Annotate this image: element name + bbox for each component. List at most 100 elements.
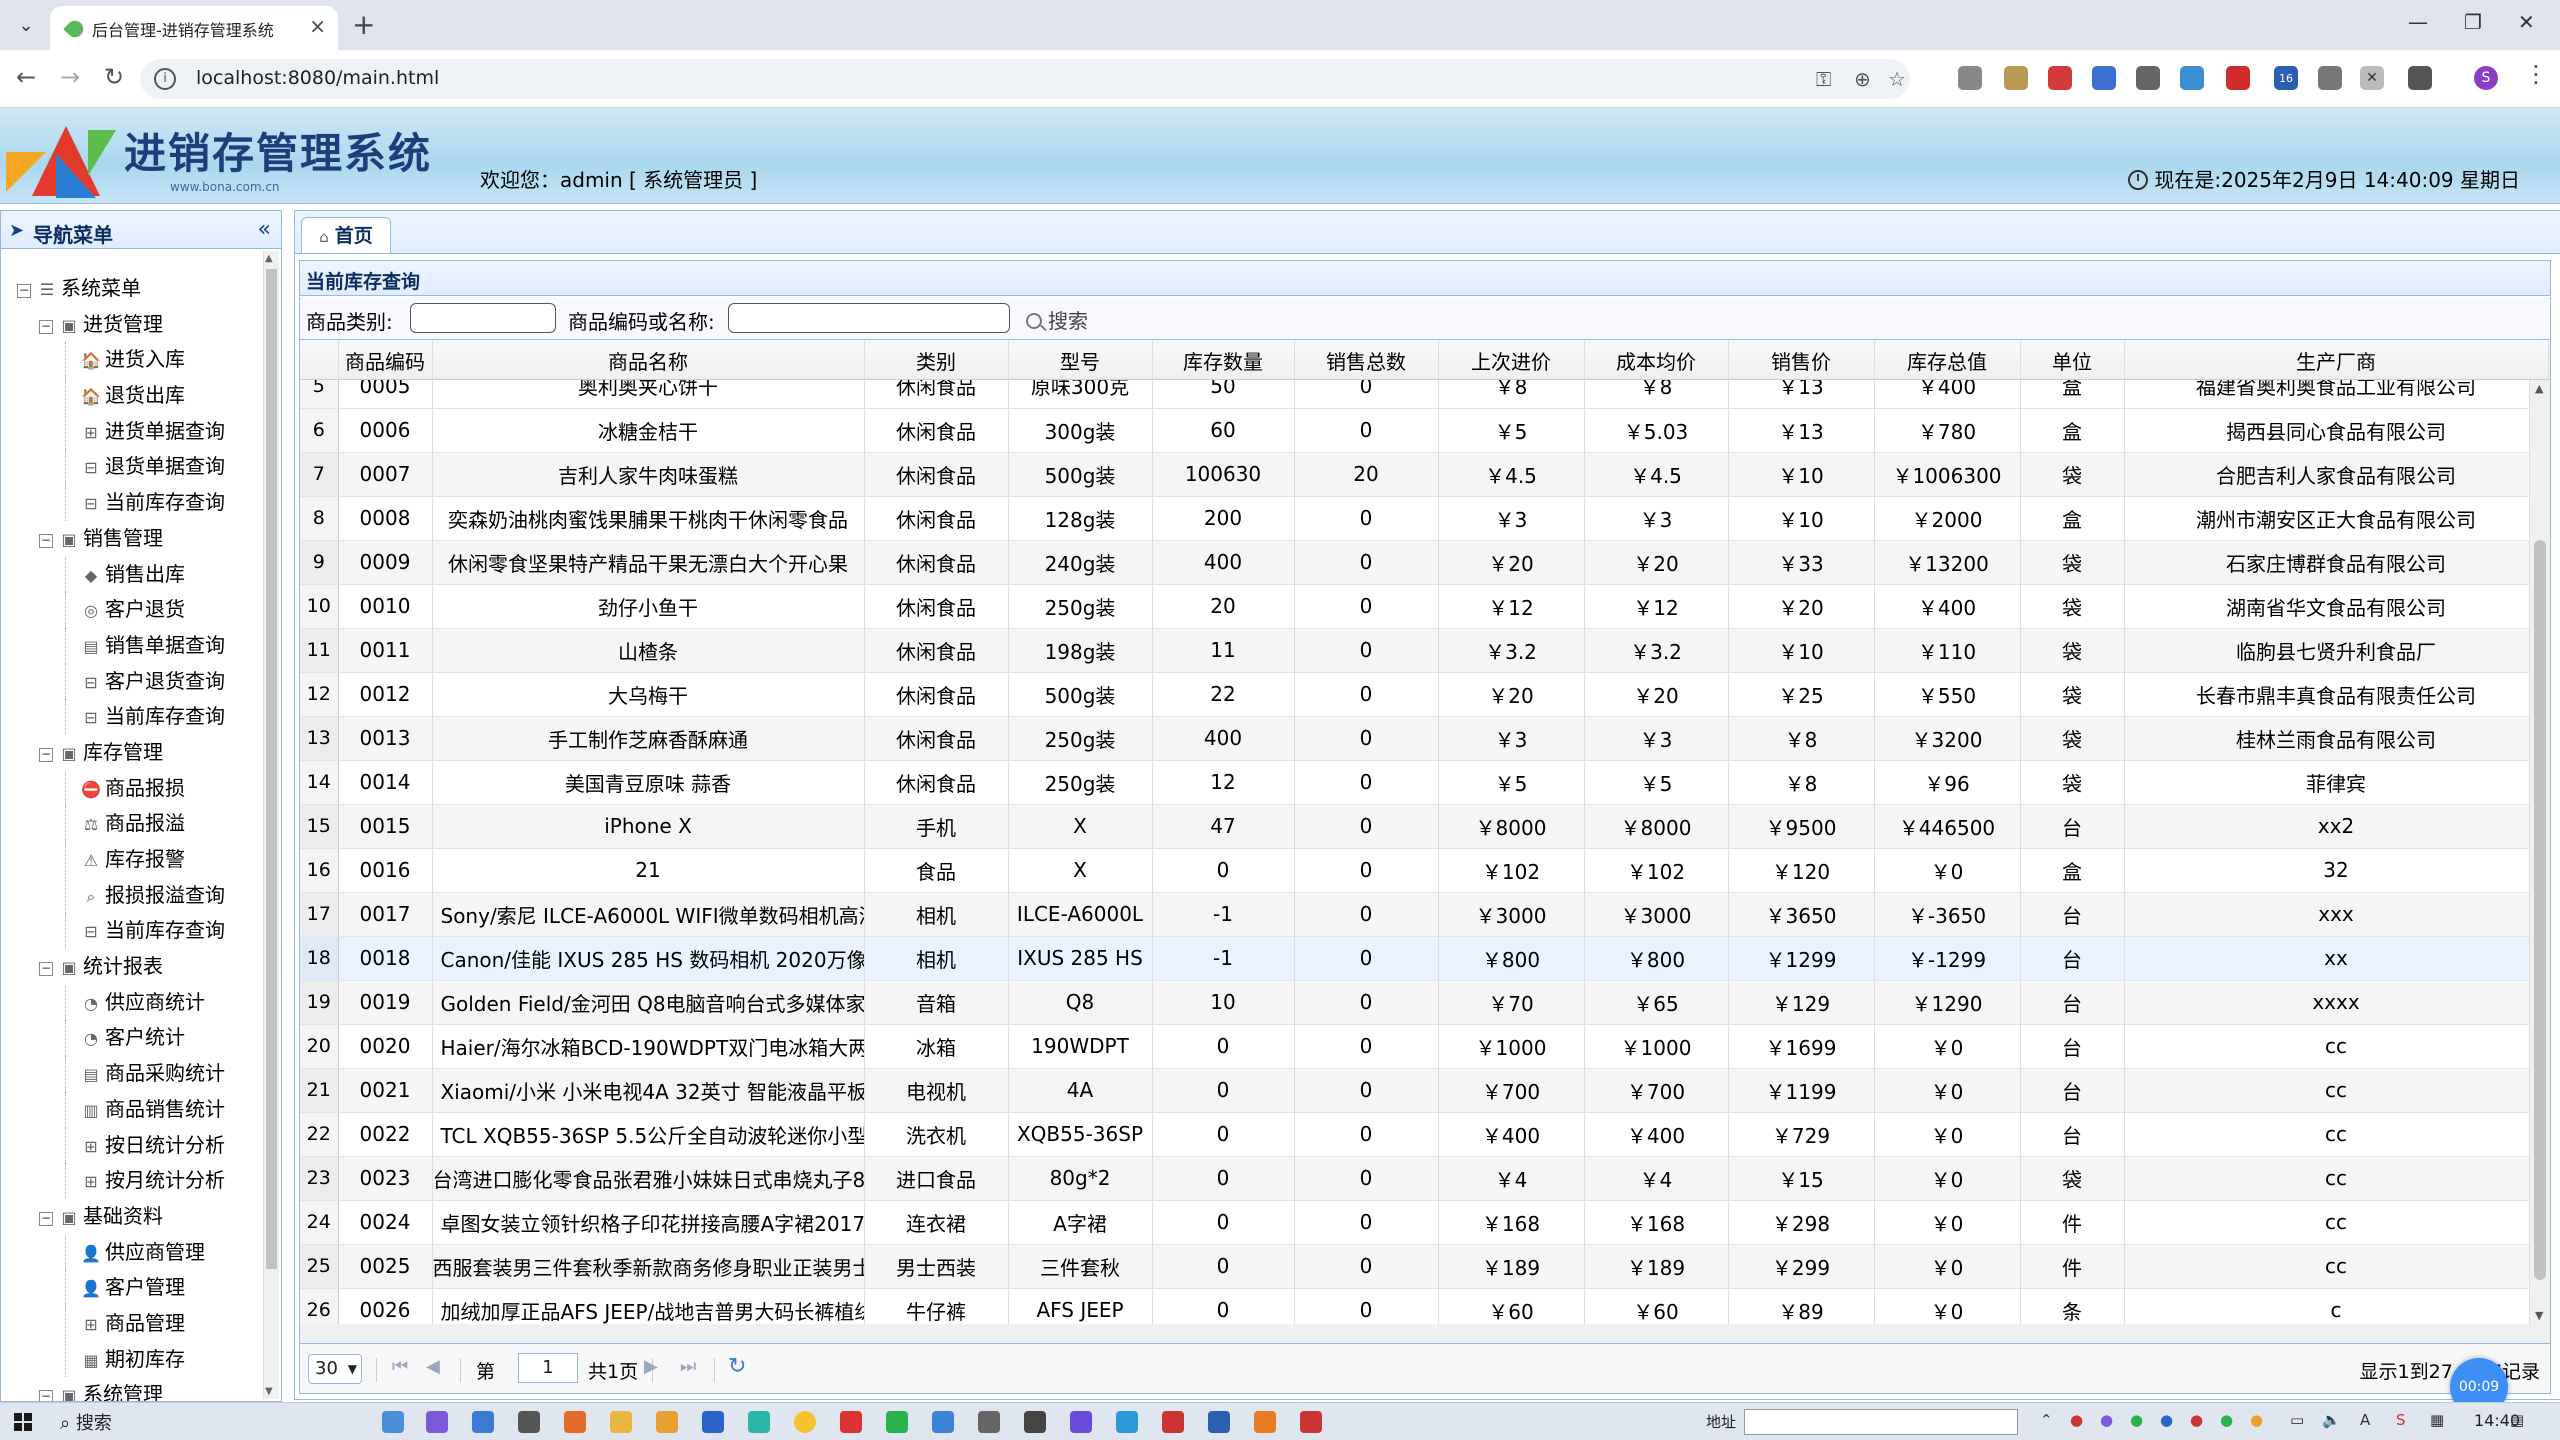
taskbar-app-icon[interactable] bbox=[426, 1411, 448, 1433]
red-ext-icon[interactable] bbox=[2226, 66, 2250, 90]
sidebar-scroll-thumb[interactable] bbox=[266, 269, 277, 1269]
grid-horizontal-scrollbar[interactable] bbox=[300, 1324, 2550, 1343]
column-header[interactable]: 型号 bbox=[1008, 340, 1153, 380]
column-header[interactable]: 商品名称 bbox=[432, 340, 865, 380]
taskbar-app-icon[interactable] bbox=[978, 1411, 1000, 1433]
file-explorer-icon[interactable] bbox=[610, 1411, 632, 1433]
screenshot-ext-icon[interactable] bbox=[1958, 66, 1982, 90]
chrome-icon[interactable] bbox=[794, 1411, 816, 1433]
page-number-input[interactable]: 1 bbox=[518, 1353, 578, 1383]
sidebar-item[interactable]: − ▣ 库存管理 bbox=[1, 735, 261, 771]
collapse-sidebar-icon[interactable]: « bbox=[258, 217, 271, 242]
column-header[interactable]: 单位 bbox=[2020, 340, 2125, 380]
minimize-icon[interactable]: — bbox=[2408, 10, 2428, 34]
table-row[interactable]: 10 0010 劲仔小鱼干 休闲食品 250g装 20 0 ￥12 ￥12 ￥20 ￥400 袋湖南省… bbox=[300, 584, 2530, 629]
taskbar-app-icon[interactable] bbox=[518, 1411, 540, 1433]
column-header[interactable]: 上次进价 bbox=[1438, 340, 1585, 380]
sidebar-item[interactable]: ⊟ 当前库存查询 bbox=[1, 913, 261, 949]
first-page-icon[interactable]: ⏮ bbox=[392, 1356, 408, 1377]
sidebar-item[interactable]: 🏠 进货入库 bbox=[1, 342, 261, 378]
sidebar-item[interactable]: ⊞ 商品管理 bbox=[1, 1305, 261, 1342]
site-info-icon[interactable]: i bbox=[154, 68, 176, 90]
table-row[interactable]: 19 0019 Golden Field/金河田 Q8电脑音响台式多媒体家用 音箱 Q8… bbox=[300, 980, 2530, 1025]
table-row[interactable]: 20 0020 Haier/海尔冰箱BCD-190WDPT双门电冰箱大两门 冰箱 190… bbox=[300, 1024, 2530, 1069]
taskbar-app-icon[interactable] bbox=[1116, 1411, 1138, 1433]
sidebar-item[interactable]: ▤ 销售单据查询 bbox=[1, 627, 261, 664]
sidebar-item[interactable]: ⊟ 退货单据查询 bbox=[1, 449, 261, 485]
tree-expand-icon[interactable]: − bbox=[39, 747, 53, 762]
table-row[interactable]: 11 0011 山楂条 休闲食品 198g装 11 0 ￥3.2 ￥3.2 ￥10 ￥110 袋临朐县… bbox=[300, 628, 2530, 673]
tray-app-icon[interactable]: ● bbox=[2160, 1411, 2173, 1429]
table-row[interactable]: 9 0009 休闲零食坚果特产精品干果无漂白大个开心果 休闲食品 240g装 400 0 ￥2… bbox=[300, 540, 2530, 585]
sidebar-item[interactable]: 👤 供应商管理 bbox=[1, 1234, 261, 1271]
zoom-icon[interactable]: ⊕ bbox=[1854, 67, 1871, 91]
puzzle-blue-ext-icon[interactable] bbox=[2092, 66, 2116, 90]
table-row[interactable]: 26 0026 加绒加厚正品AFS JEEP/战地吉普男大码长裤植绒 牛仔裤 AFS J… bbox=[300, 1288, 2530, 1324]
column-header[interactable]: 类别 bbox=[864, 340, 1009, 380]
sidebar-item[interactable]: ⊞ 按日统计分析 bbox=[1, 1127, 261, 1164]
close-tab-icon[interactable]: × bbox=[309, 14, 326, 38]
table-row[interactable]: 24 0024 卓图女装立领针织格子印花拼接高腰A字裙2017秋 连衣裙 A字裙 0 0 ￥1… bbox=[300, 1200, 2530, 1245]
password-key-icon[interactable]: ⚿ bbox=[1816, 67, 1831, 91]
x-ext-icon[interactable]: ✕ bbox=[2360, 66, 2384, 90]
sidebar-item[interactable]: ▥ 商品销售统计 bbox=[1, 1091, 261, 1128]
refresh-icon[interactable]: ↻ bbox=[728, 1354, 746, 1379]
image-ext-icon[interactable] bbox=[2004, 66, 2028, 90]
sidebar-item[interactable]: − ▣ 基础资料 bbox=[1, 1199, 261, 1235]
sidebar-item[interactable]: ⚖ 商品报溢 bbox=[1, 806, 261, 842]
tray-app-icon[interactable]: ● bbox=[2100, 1411, 2113, 1429]
taskbar-app-icon[interactable] bbox=[702, 1411, 724, 1433]
column-header[interactable]: 库存数量 bbox=[1152, 340, 1295, 380]
table-row[interactable]: 8 0008 奕森奶油桃肉蜜饯果脯果干桃肉干休闲零食品 休闲食品 128g装 200 0 ￥3… bbox=[300, 496, 2530, 541]
column-header[interactable]: 生产厂商 bbox=[2124, 340, 2549, 380]
back-arrow-icon[interactable]: ← bbox=[16, 63, 36, 91]
table-row[interactable]: 25 0025 西服套装男三件套秋季新款商务修身职业正装男士 男士西装 三件套秋 0 0 ￥1… bbox=[300, 1244, 2530, 1289]
sidebar-item[interactable]: ◔ 客户统计 bbox=[1, 1020, 261, 1056]
sidebar-item[interactable]: ⛔ 商品报损 bbox=[1, 770, 261, 807]
tree-expand-icon[interactable]: − bbox=[17, 284, 31, 298]
tree-expand-icon[interactable]: − bbox=[39, 319, 53, 334]
taskbar-app-icon[interactable] bbox=[1300, 1411, 1322, 1433]
windows-start-icon[interactable] bbox=[14, 1413, 32, 1431]
volume-icon[interactable]: 🔈 bbox=[2322, 1411, 2341, 1429]
copy-ext-icon[interactable] bbox=[2136, 66, 2160, 90]
taskbar-app-icon[interactable] bbox=[472, 1411, 494, 1433]
wechat-icon[interactable] bbox=[886, 1411, 908, 1433]
url-field[interactable]: i localhost:8080/main.html ⚿ ⊕ ☆ bbox=[140, 59, 1910, 99]
table-row[interactable]: 13 0013 手工制作芝麻香酥麻通 休闲食品 250g装 400 0 ￥3 ￥3 ￥8 ￥3200… bbox=[300, 716, 2530, 761]
translate-ext-icon[interactable] bbox=[2180, 66, 2204, 90]
sidebar-item[interactable]: ▦ 期初库存 bbox=[1, 1341, 261, 1378]
column-header[interactable]: 销售总数 bbox=[1294, 340, 1439, 380]
sidebar-item[interactable]: − ☰ 系统菜单 bbox=[1, 271, 261, 307]
table-row[interactable]: 22 0022 TCL XQB55-36SP 5.5公斤全自动波轮迷你小型洗衣 洗衣机… bbox=[300, 1112, 2530, 1157]
table-row[interactable]: 23 0023 台湾进口膨化零食品张君雅小妹妹日式串烧丸子80 进口食品 80g*2 0 0… bbox=[300, 1156, 2530, 1201]
taskbar-address-input[interactable] bbox=[1744, 1409, 2018, 1435]
table-row[interactable]: 18 0018 Canon/佳能 IXUS 285 HS 数码相机 2020万像素高… bbox=[300, 936, 2530, 981]
tray-arrow-icon[interactable]: ⌃ bbox=[2040, 1411, 2053, 1429]
sidebar-item[interactable]: ⊟ 当前库存查询 bbox=[1, 699, 261, 735]
sidebar-item[interactable]: − ▣ 统计报表 bbox=[1, 949, 261, 985]
category-input[interactable] bbox=[410, 303, 556, 333]
url-text[interactable]: localhost:8080/main.html bbox=[196, 67, 439, 89]
sidebar-item[interactable]: 🏠 退货出库 bbox=[1, 378, 261, 414]
code-name-input[interactable] bbox=[728, 303, 1010, 333]
column-header[interactable]: 库存总值 bbox=[1874, 340, 2021, 380]
column-header[interactable]: 成本均价 bbox=[1584, 340, 1729, 380]
table-row[interactable]: 21 0021 Xiaomi/小米 小米电视4A 32英寸 智能液晶平板电 电视机 4A… bbox=[300, 1068, 2530, 1113]
reload-icon[interactable]: ↻ bbox=[104, 63, 124, 91]
sidebar-item[interactable]: ▤ 商品采购统计 bbox=[1, 1056, 261, 1092]
profile-avatar[interactable]: S bbox=[2474, 66, 2498, 90]
extensions-puzzle-icon[interactable] bbox=[2408, 66, 2432, 90]
wps-icon[interactable] bbox=[840, 1411, 862, 1433]
taskbar-app-icon[interactable] bbox=[1162, 1411, 1184, 1433]
taskbar-app-icon[interactable] bbox=[1254, 1411, 1276, 1433]
taskbar-app-icon[interactable] bbox=[1070, 1411, 1092, 1433]
browser-menu-icon[interactable]: ⋮ bbox=[2524, 60, 2548, 88]
taskbar-app-icon[interactable] bbox=[564, 1411, 586, 1433]
table-row[interactable]: 6 0006 冰糖金桔干 休闲食品 300g装 60 0 ￥5 ￥5.03 ￥13 ￥780 盒揭西县… bbox=[300, 408, 2530, 453]
tab-home[interactable]: ⌂ 首页 bbox=[301, 217, 391, 255]
bookmark-star-icon[interactable]: ☆ bbox=[1888, 67, 1906, 91]
tray-app-icon[interactable]: ▦ bbox=[2430, 1411, 2444, 1429]
notification-icon[interactable]: ▤ bbox=[2510, 1411, 2524, 1429]
sidebar-scrollbar[interactable]: ▲ ▼ bbox=[263, 251, 279, 1399]
